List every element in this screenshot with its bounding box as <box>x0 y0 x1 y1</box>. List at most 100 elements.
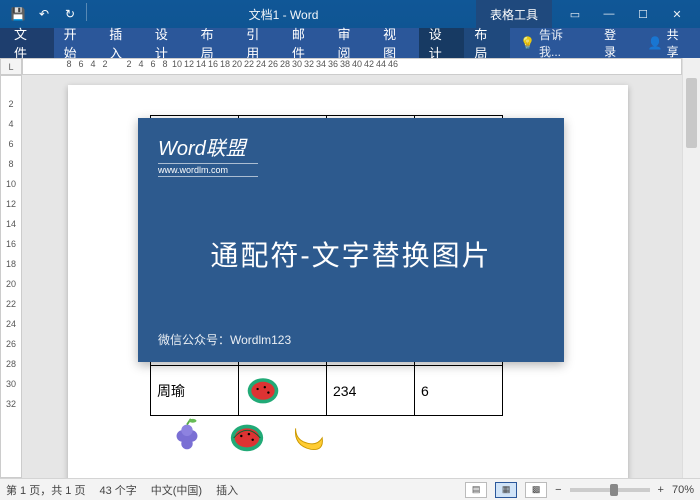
ruler-tick: 44 <box>375 59 387 69</box>
zoom-in-button[interactable]: + <box>658 484 664 496</box>
ruler-tick: 2 <box>99 59 111 69</box>
view-print-layout[interactable]: ▦ <box>495 482 517 498</box>
vruler-tick <box>1 76 21 96</box>
horizontal-ruler[interactable]: 8642246810121416182022242628303234363840… <box>22 58 682 75</box>
watermelon-cell-icon[interactable] <box>239 366 327 416</box>
ruler-tick: 46 <box>387 59 399 69</box>
ribbon-display-icon[interactable]: ▭ <box>560 4 590 24</box>
table-cell[interactable]: 6 <box>415 366 503 416</box>
ruler-tick: 38 <box>339 59 351 69</box>
watermelon-icon <box>228 417 266 455</box>
ruler-tick: 20 <box>231 59 243 69</box>
status-page[interactable]: 第 1 页，共 1 页 <box>6 482 85 498</box>
vruler-tick: 2 <box>1 96 21 116</box>
vertical-scrollbar[interactable] <box>682 58 700 478</box>
lightbulb-icon: 💡 <box>520 36 535 50</box>
ruler-tick: 6 <box>147 59 159 69</box>
ruler-tick: 14 <box>195 59 207 69</box>
document-title: 文档1 - Word <box>95 6 472 23</box>
tab-table-design[interactable]: 设计 <box>419 28 465 58</box>
vruler-tick: 10 <box>1 176 21 196</box>
overlay-headline: 通配符-文字替换图片 <box>158 177 544 331</box>
redo-button[interactable]: ↻ <box>58 3 82 25</box>
ruler-tick: 10 <box>171 59 183 69</box>
ruler-tick: 18 <box>219 59 231 69</box>
ruler-tick: 2 <box>123 59 135 69</box>
tab-table-layout[interactable]: 布局 <box>464 28 510 58</box>
ruler-tick: 28 <box>279 59 291 69</box>
undo-button[interactable]: ↶ <box>32 3 56 25</box>
tab-review[interactable]: 审阅 <box>327 28 373 58</box>
close-button[interactable]: ✕ <box>662 4 692 24</box>
qat-separator <box>86 3 87 21</box>
tab-file[interactable]: 文件 <box>0 28 54 58</box>
vruler-tick: 6 <box>1 136 21 156</box>
ruler-corner[interactable]: L <box>0 58 22 75</box>
zoom-slider[interactable] <box>570 488 650 492</box>
maximize-button[interactable]: ☐ <box>628 4 658 24</box>
tab-mailings[interactable]: 邮件 <box>282 28 328 58</box>
tab-insert[interactable]: 插入 <box>99 28 145 58</box>
vruler-tick: 20 <box>1 276 21 296</box>
tell-me-search[interactable]: 💡告诉我... <box>510 28 594 58</box>
tab-view[interactable]: 视图 <box>373 28 419 58</box>
vruler-tick: 4 <box>1 116 21 136</box>
share-button[interactable]: 👤共享 <box>638 28 700 58</box>
tab-layout[interactable]: 布局 <box>191 28 237 58</box>
ruler-tick: 6 <box>75 59 87 69</box>
vruler-tick: 18 <box>1 256 21 276</box>
vruler-tick: 28 <box>1 356 21 376</box>
ruler-tick: 8 <box>63 59 75 69</box>
tab-design[interactable]: 设计 <box>145 28 191 58</box>
ruler-tick: 42 <box>363 59 375 69</box>
share-icon: 👤 <box>648 36 663 50</box>
ruler-tick: 4 <box>87 59 99 69</box>
ruler-tick: 32 <box>303 59 315 69</box>
ruler-tick: 36 <box>327 59 339 69</box>
grapes-icon <box>168 417 206 455</box>
ruler-tick: 26 <box>267 59 279 69</box>
ruler-tick: 34 <box>315 59 327 69</box>
overlay-url: www.wordlm.com <box>158 163 258 177</box>
vruler-tick: 12 <box>1 196 21 216</box>
vruler-tick: 32 <box>1 396 21 416</box>
scroll-thumb[interactable] <box>686 78 697 148</box>
table-row[interactable]: 周瑜 2346 <box>151 366 503 416</box>
ruler-tick <box>111 59 123 69</box>
ruler-tick: 4 <box>135 59 147 69</box>
ruler-tick: 30 <box>291 59 303 69</box>
status-insert-mode[interactable]: 插入 <box>216 482 238 498</box>
login-button[interactable]: 登录 <box>594 28 638 58</box>
vruler-tick: 8 <box>1 156 21 176</box>
status-language[interactable]: 中文(中国) <box>151 482 202 498</box>
status-word-count[interactable]: 43 个字 <box>99 482 136 498</box>
table-cell[interactable]: 周瑜 <box>151 366 239 416</box>
save-button[interactable]: 💾 <box>6 3 30 25</box>
title-overlay: Word联盟 www.wordlm.com 通配符-文字替换图片 微信公众号：W… <box>138 118 564 362</box>
view-read-mode[interactable]: ▤ <box>465 482 487 498</box>
tab-home[interactable]: 开始 <box>54 28 100 58</box>
ruler-tick: 24 <box>255 59 267 69</box>
ruler-tick: 16 <box>207 59 219 69</box>
vruler-tick: 16 <box>1 236 21 256</box>
overlay-footer: 微信公众号：Wordlm123 <box>158 331 544 348</box>
ruler-tick: 40 <box>351 59 363 69</box>
zoom-out-button[interactable]: − <box>555 484 561 496</box>
ruler-tick: 12 <box>183 59 195 69</box>
overlay-logo-bold: Word <box>158 138 206 160</box>
overlay-logo-rest: 联盟 <box>206 138 246 160</box>
table-cell[interactable]: 234 <box>327 366 415 416</box>
fruit-images-row <box>168 417 326 455</box>
zoom-level[interactable]: 70% <box>672 484 694 496</box>
vruler-tick: 26 <box>1 336 21 356</box>
ruler-tick: 22 <box>243 59 255 69</box>
minimize-button[interactable]: — <box>594 4 624 24</box>
tab-references[interactable]: 引用 <box>236 28 282 58</box>
vertical-ruler[interactable]: 2468101214161820222426283032 <box>0 75 22 478</box>
ruler-tick: 8 <box>159 59 171 69</box>
vruler-tick: 30 <box>1 376 21 396</box>
vruler-tick: 24 <box>1 316 21 336</box>
vruler-tick: 14 <box>1 216 21 236</box>
view-web-layout[interactable]: ▩ <box>525 482 547 498</box>
banana-icon <box>288 417 326 455</box>
